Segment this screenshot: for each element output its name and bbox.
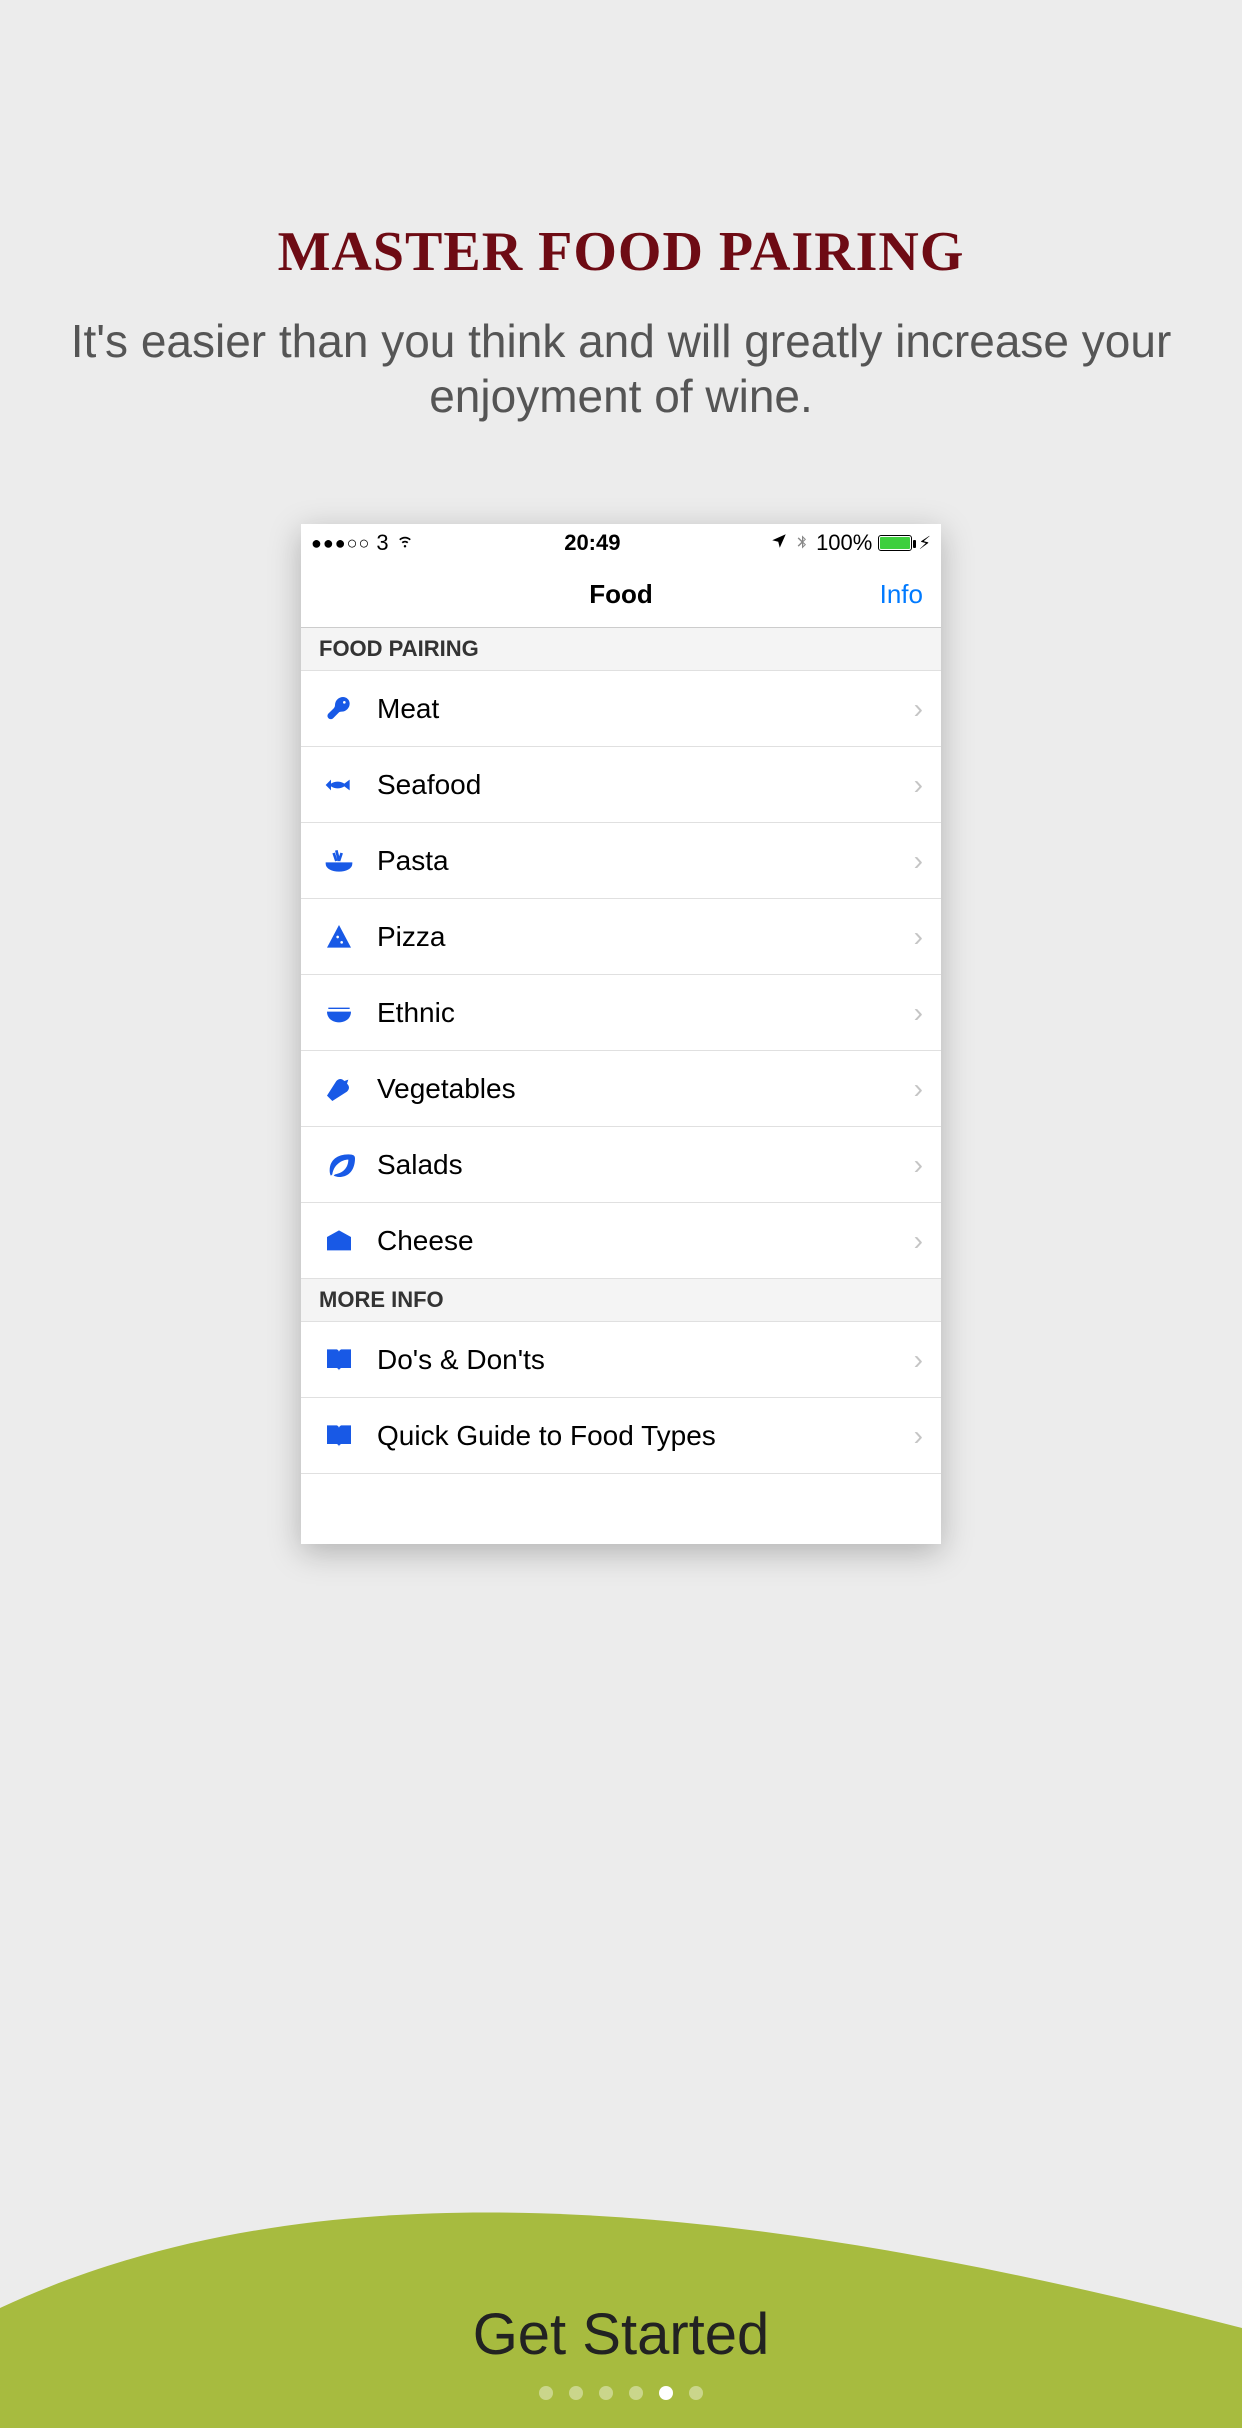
carrier-label: 3 — [376, 530, 388, 556]
fish-icon — [319, 765, 359, 805]
signal-dots-icon: ●●●○○ — [311, 533, 370, 554]
chevron-right-icon: › — [914, 845, 923, 877]
charging-icon: ⚡︎ — [918, 533, 931, 554]
list-item-dos-donts[interactable]: Do's & Don'ts › — [301, 1322, 941, 1398]
leaf-icon — [319, 1145, 359, 1185]
list-item-label: Pasta — [377, 845, 914, 877]
list-item-label: Salads — [377, 1149, 914, 1181]
list-item-label: Ethnic — [377, 997, 914, 1029]
list-item-label: Cheese — [377, 1225, 914, 1257]
list-item-label: Vegetables — [377, 1073, 914, 1105]
wifi-icon — [395, 530, 415, 556]
list-item-label: Seafood — [377, 769, 914, 801]
list-item-cheese[interactable]: Cheese › — [301, 1203, 941, 1279]
list-item-ethnic[interactable]: Ethnic › — [301, 975, 941, 1051]
chevron-right-icon: › — [914, 1420, 923, 1452]
section-header-moreinfo: MORE INFO — [301, 1279, 941, 1322]
nav-title: Food — [589, 579, 653, 610]
list-item-label: Do's & Don'ts — [377, 1344, 914, 1376]
list-item-vegetables[interactable]: Vegetables › — [301, 1051, 941, 1127]
pager-dot[interactable] — [539, 2386, 553, 2400]
chevron-right-icon: › — [914, 769, 923, 801]
battery-icon — [878, 535, 912, 551]
location-icon — [770, 530, 788, 556]
chevron-right-icon: › — [914, 693, 923, 725]
list-item-label: Meat — [377, 693, 914, 725]
list-item-meat[interactable]: Meat › — [301, 671, 941, 747]
pizza-icon — [319, 917, 359, 957]
chevron-right-icon: › — [914, 1344, 923, 1376]
battery-percent: 100% — [816, 530, 872, 556]
phone-screenshot: ●●●○○ 3 20:49 100% ⚡︎ Food Info FOOD PAI… — [301, 524, 941, 1544]
get-started-button[interactable]: Get Started — [0, 2301, 1242, 2368]
book-icon — [319, 1416, 359, 1456]
pager-dot[interactable] — [569, 2386, 583, 2400]
chevron-right-icon: › — [914, 1225, 923, 1257]
pager-dot-active[interactable] — [659, 2386, 673, 2400]
pager-dot[interactable] — [599, 2386, 613, 2400]
chevron-right-icon: › — [914, 1149, 923, 1181]
list-item-salads[interactable]: Salads › — [301, 1127, 941, 1203]
list-item-seafood[interactable]: Seafood › — [301, 747, 941, 823]
promo-title: MASTER FOOD PAIRING — [0, 220, 1242, 284]
chevron-right-icon: › — [914, 921, 923, 953]
meat-icon — [319, 689, 359, 729]
book-icon — [319, 1340, 359, 1380]
promo-subtitle: It's easier than you think and will grea… — [0, 314, 1242, 424]
list-item-pizza[interactable]: Pizza › — [301, 899, 941, 975]
pager-dot[interactable] — [689, 2386, 703, 2400]
cheese-icon — [319, 1221, 359, 1261]
info-button[interactable]: Info — [880, 579, 923, 610]
section-header-pairing: FOOD PAIRING — [301, 628, 941, 671]
list-item-pasta[interactable]: Pasta › — [301, 823, 941, 899]
list-item-quick-guide[interactable]: Quick Guide to Food Types › — [301, 1398, 941, 1474]
bluetooth-icon — [794, 530, 810, 556]
bowl-icon — [319, 993, 359, 1033]
nav-bar: Food Info — [301, 562, 941, 628]
pager-dots[interactable] — [0, 2386, 1242, 2400]
chevron-right-icon: › — [914, 1073, 923, 1105]
status-time: 20:49 — [564, 530, 620, 556]
list-item-label: Pizza — [377, 921, 914, 953]
chevron-right-icon: › — [914, 997, 923, 1029]
pasta-icon — [319, 841, 359, 881]
status-bar: ●●●○○ 3 20:49 100% ⚡︎ — [301, 524, 941, 562]
carrot-icon — [319, 1069, 359, 1109]
list-item-label: Quick Guide to Food Types — [377, 1420, 914, 1452]
pager-dot[interactable] — [629, 2386, 643, 2400]
